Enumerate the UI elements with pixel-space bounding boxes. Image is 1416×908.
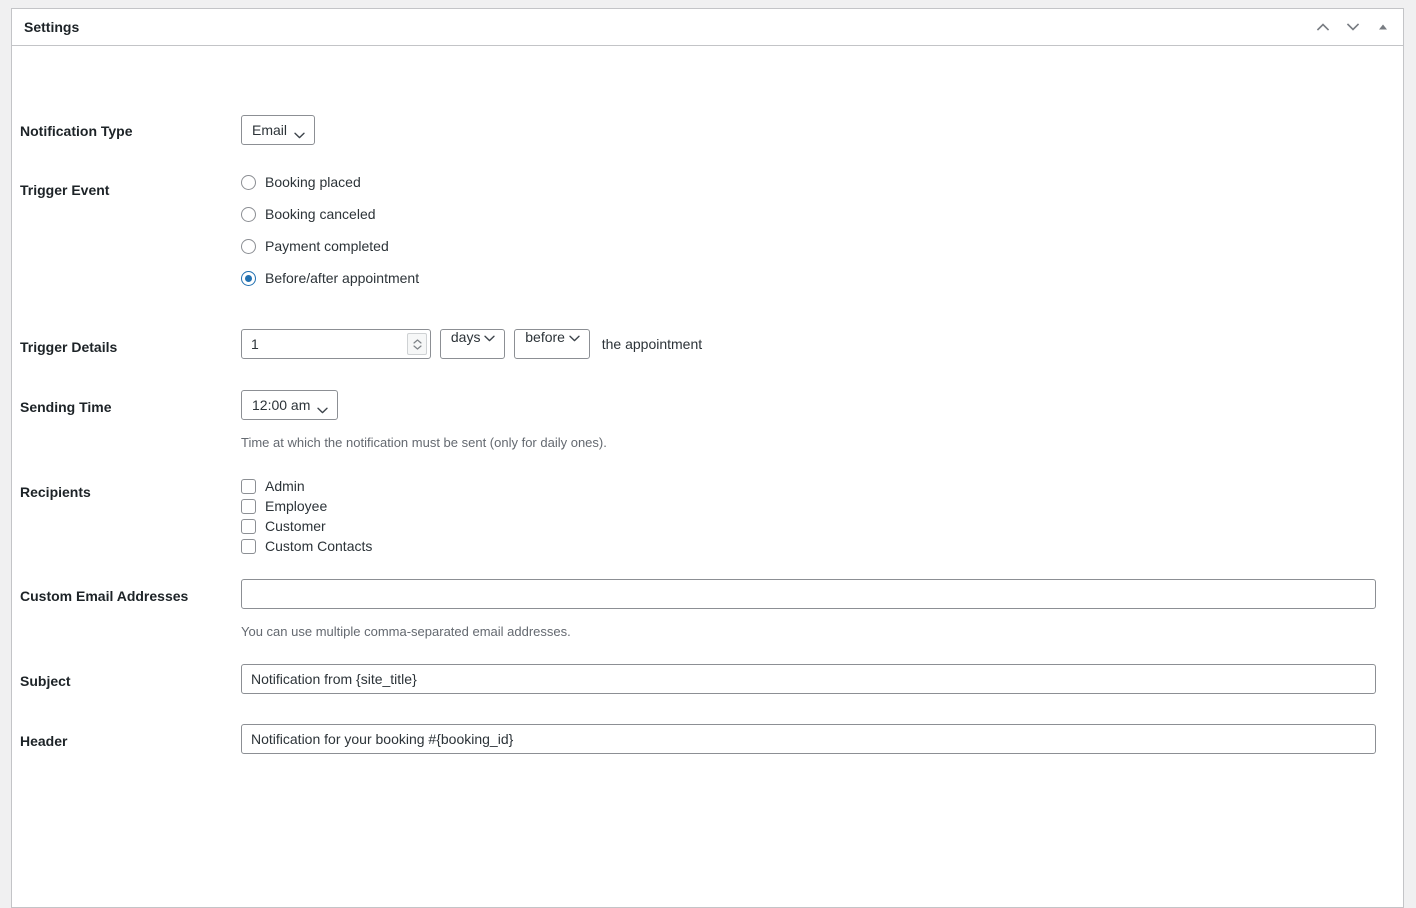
sending-time-help-text: Time at which the notification must be s… xyxy=(241,435,607,450)
trigger-unit-select-value: days xyxy=(450,329,481,345)
checkbox-label: Admin xyxy=(265,478,305,494)
move-up-button[interactable] xyxy=(1309,12,1337,42)
custom-email-addresses-input[interactable] xyxy=(241,579,1376,609)
sending-time-select[interactable]: 12:00 am xyxy=(241,390,339,420)
radio-booking-placed[interactable]: Booking placed xyxy=(241,172,419,192)
subject-label: Subject xyxy=(20,673,71,689)
stepper-up-icon xyxy=(412,338,422,344)
checkbox-customer[interactable]: Customer xyxy=(241,516,372,536)
radio-before-after-appointment[interactable]: Before/after appointment xyxy=(241,268,419,288)
trigger-details-suffix-text: the appointment xyxy=(601,336,703,352)
checkbox-icon xyxy=(241,478,256,494)
checkbox-label: Customer xyxy=(265,518,326,534)
trigger-unit-select[interactable]: days xyxy=(439,329,506,359)
trigger-direction-select-value: before xyxy=(525,329,565,345)
radio-payment-completed[interactable]: Payment completed xyxy=(241,236,419,256)
trigger-details-label: Trigger Details xyxy=(20,339,118,355)
radio-icon xyxy=(241,270,256,286)
checkbox-admin[interactable]: Admin xyxy=(241,476,372,496)
checkbox-label: Employee xyxy=(265,498,328,514)
recipients-label: Recipients xyxy=(20,484,91,500)
checkbox-employee[interactable]: Employee xyxy=(241,496,372,516)
panel-header-actions xyxy=(1309,9,1397,45)
chevron-down-icon xyxy=(484,330,496,342)
trigger-event-label: Trigger Event xyxy=(20,182,110,198)
checkbox-label: Custom Contacts xyxy=(265,538,373,554)
radio-label: Before/after appointment xyxy=(265,270,420,286)
trigger-amount-field[interactable] xyxy=(241,329,431,359)
radio-icon xyxy=(241,206,256,222)
checkbox-custom-contacts[interactable]: Custom Contacts xyxy=(241,536,372,556)
radio-label: Payment completed xyxy=(265,238,389,254)
notification-type-label: Notification Type xyxy=(20,123,133,139)
radio-booking-canceled[interactable]: Booking canceled xyxy=(241,204,419,224)
radio-label: Booking placed xyxy=(265,174,361,190)
toggle-panel-button[interactable] xyxy=(1369,12,1397,42)
notification-type-select-value: Email xyxy=(252,122,288,138)
sending-time-label: Sending Time xyxy=(20,399,112,415)
trigger-direction-select[interactable]: before xyxy=(514,329,590,359)
custom-email-addresses-label: Custom Email Addresses xyxy=(20,588,189,604)
chevron-down-icon xyxy=(294,127,305,138)
sending-time-select-value: 12:00 am xyxy=(252,397,311,413)
checkbox-icon xyxy=(241,538,256,554)
checkbox-icon xyxy=(241,498,256,514)
radio-label: Booking canceled xyxy=(265,206,376,222)
radio-icon xyxy=(241,238,256,254)
trigger-amount-input[interactable] xyxy=(241,329,431,359)
checkbox-icon xyxy=(241,518,256,534)
panel-header: Settings xyxy=(12,9,1403,46)
move-down-button[interactable] xyxy=(1339,12,1367,42)
custom-email-addresses-help-text: You can use multiple comma-separated ema… xyxy=(241,624,571,639)
radio-icon xyxy=(241,174,256,190)
settings-panel: Settings Notification Type Email Trigger… xyxy=(11,8,1404,908)
subject-input[interactable] xyxy=(241,664,1376,694)
chevron-down-icon xyxy=(569,330,580,342)
header-input[interactable] xyxy=(241,724,1376,754)
number-stepper[interactable] xyxy=(407,333,427,355)
page-title: Settings xyxy=(24,19,80,35)
chevron-down-icon xyxy=(1345,19,1361,35)
header-label: Header xyxy=(20,733,68,749)
notification-type-select[interactable]: Email xyxy=(241,115,316,145)
chevron-down-icon xyxy=(317,402,329,413)
triangle-up-icon xyxy=(1376,20,1390,34)
chevron-up-icon xyxy=(1315,19,1331,35)
stepper-down-icon xyxy=(412,344,422,350)
